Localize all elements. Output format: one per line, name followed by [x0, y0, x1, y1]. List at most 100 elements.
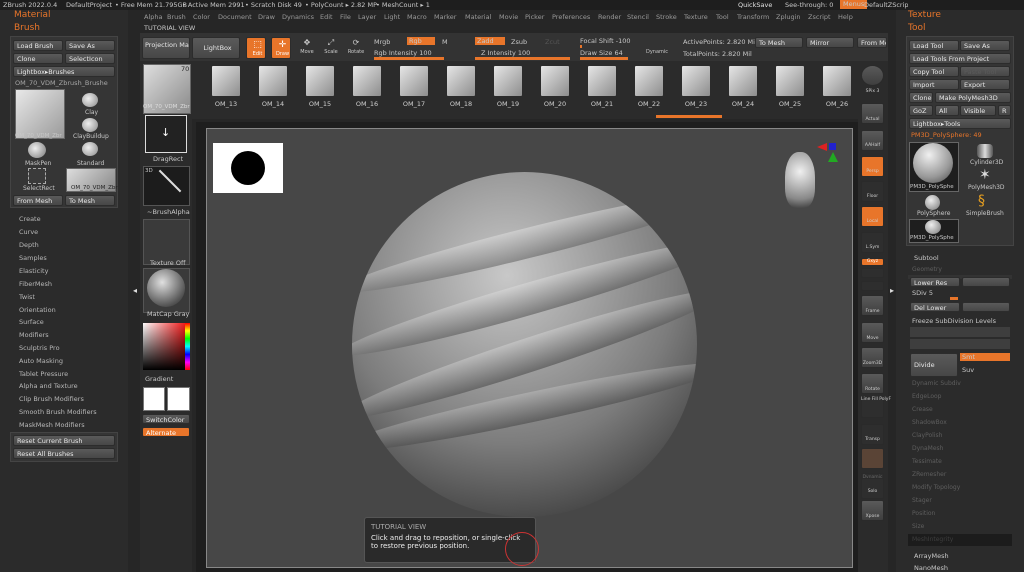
- hue-strip[interactable]: [185, 323, 190, 370]
- maskpen-brush[interactable]: [28, 142, 46, 158]
- brush-om14[interactable]: [259, 66, 287, 96]
- simplebrush-icon[interactable]: §: [978, 193, 985, 209]
- tool-palette-title[interactable]: Tool: [908, 23, 925, 33]
- menu-transform[interactable]: Transform: [737, 13, 769, 21]
- quicksave-button[interactable]: QuickSave: [738, 1, 772, 9]
- polymesh3d-star-icon[interactable]: ✶: [979, 168, 991, 182]
- move-mode-button[interactable]: ✥ Move: [297, 39, 317, 59]
- menu-preferences[interactable]: Preferences: [552, 13, 590, 21]
- dynamic-toggle[interactable]: Dynamic: [646, 49, 668, 55]
- brush-section-create[interactable]: Create: [19, 215, 41, 223]
- dynamic-subdiv-section[interactable]: Dynamic Subdiv: [912, 380, 961, 387]
- z-intensity-slider[interactable]: Z Intensity 100: [481, 49, 530, 57]
- scale-mode-button[interactable]: ⤢ Scale: [321, 39, 341, 59]
- lower-res-button[interactable]: Lower Res: [910, 277, 960, 287]
- brush-section-modifiers[interactable]: Modifiers: [19, 331, 49, 339]
- edgeloop-section[interactable]: EdgeLoop: [912, 393, 942, 400]
- brush-om23[interactable]: [682, 66, 710, 96]
- axis-gizmo-y-icon[interactable]: [828, 152, 838, 162]
- menu-brush[interactable]: Brush: [167, 13, 186, 21]
- menu-picker[interactable]: Picker: [525, 13, 544, 21]
- brush-strip-scrollbar[interactable]: [656, 115, 722, 118]
- smt-toggle[interactable]: Smt: [960, 353, 1010, 361]
- size-section[interactable]: Size: [912, 523, 924, 530]
- select-icon-button[interactable]: SelectIcon: [65, 53, 115, 64]
- brush-section-twist[interactable]: Twist: [19, 293, 35, 301]
- brush-om22[interactable]: [635, 66, 663, 96]
- load-brush-button[interactable]: Load Brush: [13, 40, 63, 51]
- secondary-color-swatch[interactable]: [167, 387, 190, 411]
- polysphere-thumb[interactable]: [925, 195, 940, 210]
- axis-gizmo-x-icon[interactable]: [817, 143, 827, 151]
- alternate-button[interactable]: Alternate: [142, 427, 190, 437]
- divide-button[interactable]: Divide: [910, 353, 958, 377]
- brush-section-alpha-texture[interactable]: Alpha and Texture: [19, 382, 78, 390]
- brush-om16[interactable]: [353, 66, 381, 96]
- brush-section-tablet-pressure[interactable]: Tablet Pressure: [19, 370, 68, 378]
- arraymesh-section[interactable]: ArrayMesh: [914, 552, 949, 560]
- menu-file[interactable]: File: [340, 13, 351, 21]
- right-collapse-arrow[interactable]: ▸: [890, 286, 895, 300]
- tool-save-as-button[interactable]: Save As: [960, 40, 1010, 51]
- freeze-subdivision-button[interactable]: Freeze SubDivision Levels: [912, 317, 996, 325]
- focal-shift-slider[interactable]: Focal Shift -100: [580, 37, 631, 45]
- mrgb-toggle[interactable]: Mrgb: [374, 38, 390, 46]
- brush-palette-title[interactable]: Brush: [14, 23, 40, 33]
- load-from-project-button[interactable]: Load Tools From Project: [909, 53, 1011, 64]
- menu-marker[interactable]: Marker: [434, 13, 456, 21]
- brush-section-sculptris-pro[interactable]: Sculptris Pro: [19, 344, 60, 352]
- convert-bpr-bar[interactable]: [910, 339, 1010, 349]
- del-lower-button[interactable]: Del Lower: [910, 302, 960, 312]
- reset-all-brushes-button[interactable]: Reset All Brushes: [13, 448, 115, 459]
- menu-stencil[interactable]: Stencil: [627, 13, 649, 21]
- stager-section[interactable]: Stager: [912, 497, 932, 504]
- see-through-slider[interactable]: See-through: 0: [785, 1, 833, 9]
- rgb-toggle[interactable]: Rgb: [407, 37, 435, 45]
- menu-document[interactable]: Document: [218, 13, 252, 21]
- axis-rotate-button[interactable]: [861, 268, 884, 278]
- menu-light[interactable]: Light: [384, 13, 400, 21]
- material-palette-title[interactable]: Material: [14, 10, 51, 20]
- brush-om13[interactable]: [212, 66, 240, 96]
- rgb-intensity-slider[interactable]: Rgb Intensity 100: [374, 49, 432, 57]
- m-toggle[interactable]: M: [442, 38, 448, 46]
- menu-zplugin[interactable]: Zplugin: [776, 13, 801, 21]
- brush-om20[interactable]: [541, 66, 569, 96]
- color-picker[interactable]: [143, 323, 190, 370]
- menu-color[interactable]: Color: [193, 13, 210, 21]
- brush-section-surface[interactable]: Surface: [19, 318, 44, 326]
- zsub-toggle[interactable]: Zsub: [511, 38, 527, 46]
- crease-section[interactable]: Crease: [912, 406, 933, 413]
- to-mesh-shelf-button[interactable]: To Mesh: [755, 37, 803, 48]
- brush-om19[interactable]: [494, 66, 522, 96]
- current-brush-thumb[interactable]: [15, 89, 65, 139]
- brush-section-elasticity[interactable]: Elasticity: [19, 267, 48, 275]
- selectrect-brush[interactable]: [28, 168, 46, 184]
- tool-clone-button[interactable]: Clone: [909, 92, 933, 103]
- nanomesh-section[interactable]: NanoMesh: [914, 564, 948, 572]
- meshintegrity-section[interactable]: MeshIntegrity: [912, 536, 953, 543]
- menu-macro[interactable]: Macro: [407, 13, 427, 21]
- brush-section-smooth-modifiers[interactable]: Smooth Brush Modifiers: [19, 408, 97, 416]
- goz-button[interactable]: GoZ: [909, 105, 933, 116]
- brush-section-curve[interactable]: Curve: [19, 228, 38, 236]
- paste-tool-button[interactable]: Paste Tool: [960, 66, 1010, 77]
- brush-section-fibermesh[interactable]: FiberMesh: [19, 280, 52, 288]
- claybuildup-brush[interactable]: [82, 118, 98, 132]
- brush-om24[interactable]: [729, 66, 757, 96]
- menu-texture[interactable]: Texture: [684, 13, 708, 21]
- left-collapse-arrow[interactable]: ◂: [133, 286, 138, 300]
- menu-material[interactable]: Material: [465, 13, 491, 21]
- draw-size-slider[interactable]: Draw Size 64: [580, 49, 623, 57]
- menu-layer[interactable]: Layer: [358, 13, 376, 21]
- geometry-section[interactable]: Geometry: [912, 266, 942, 273]
- higher-res-button[interactable]: [962, 277, 1010, 287]
- axis-rotate-alt-button[interactable]: [861, 281, 884, 291]
- claypolish-section[interactable]: ClayPolish: [912, 432, 942, 439]
- zadd-toggle[interactable]: Zadd: [475, 37, 505, 45]
- brush-section-clip-modifiers[interactable]: Clip Brush Modifiers: [19, 395, 84, 403]
- visible-button[interactable]: Visible: [960, 105, 996, 116]
- reconstruct-subdiv-bar[interactable]: [910, 327, 1010, 337]
- switch-color-button[interactable]: SwitchColor: [142, 414, 190, 424]
- lightbox-brushes-button[interactable]: Lightbox▸Brushes: [13, 66, 115, 77]
